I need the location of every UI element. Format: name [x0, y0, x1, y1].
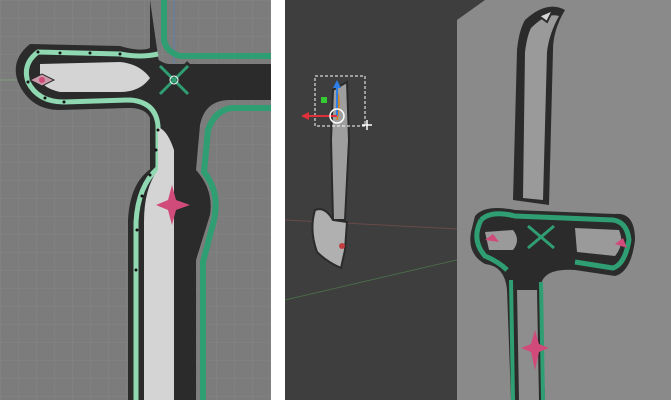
viewport-canvas[interactable] — [0, 0, 271, 400]
object-origin — [339, 243, 345, 249]
panel-divider — [271, 0, 285, 400]
reference-plane[interactable] — [457, 0, 671, 400]
crossguard-face — [40, 62, 150, 92]
viewport-perspective[interactable] — [285, 0, 671, 400]
viewport-orthographic[interactable] — [0, 0, 271, 400]
gem-center — [39, 77, 45, 83]
viewport-canvas-3d[interactable] — [285, 0, 671, 400]
